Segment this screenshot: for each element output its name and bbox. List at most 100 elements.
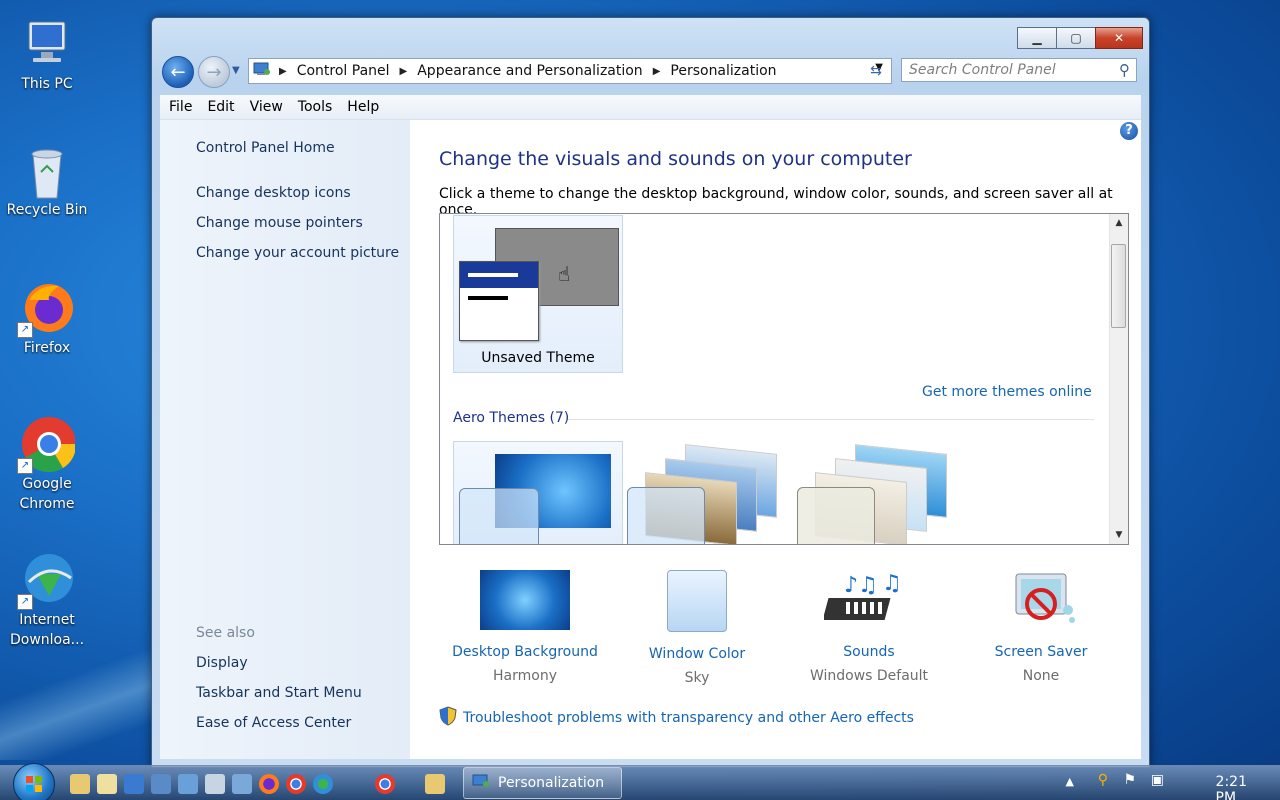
forward-button[interactable]: → [198,56,230,88]
address-bar[interactable]: ▶ Control Panel ▶ Appearance and Persona… [248,58,892,84]
link-change-account-picture[interactable]: Change your account picture [196,245,399,261]
window-color-setting[interactable]: Window Color Sky [622,570,772,686]
control-panel-icon[interactable] [232,774,252,794]
shortcut-arrow-icon: ↗ [17,322,33,338]
control-panel-icon [472,773,490,793]
theme-tile-windows-7[interactable] [453,441,623,544]
shortcut-arrow-icon: ↗ [17,458,33,474]
help-icon[interactable]: ? [1120,122,1138,140]
recycle-bin-icon[interactable] [205,774,225,794]
chrome-icon: ↗ [17,416,77,474]
screen-saver-setting[interactable]: Screen Saver None [966,570,1116,684]
search-icon[interactable]: ⚲ [1119,61,1130,79]
chrome-icon[interactable] [286,774,306,794]
window-color-link[interactable]: Window Color [622,646,772,662]
scrollbar-thumb[interactable] [1111,244,1126,328]
breadcrumb-separator-icon[interactable]: ▶ [279,66,287,77]
show-hidden-icons-icon[interactable]: ▲ [1066,775,1074,788]
theme-tile-characters[interactable] [795,444,955,544]
shield-icon [439,706,457,730]
taskbar-task-personalization[interactable]: Personalization [463,767,622,799]
display-icon[interactable] [178,774,198,794]
refresh-button[interactable]: ⇆ [864,60,888,82]
desktop-background-link[interactable]: Desktop Background [450,644,600,660]
theme-preview-window [797,487,875,544]
link-ease-of-access[interactable]: Ease of Access Center [196,715,351,731]
breadcrumb-separator-icon[interactable]: ▶ [653,66,661,77]
search-input[interactable]: Search Control Panel ⚲ [901,58,1137,82]
forward-arrow-icon: → [206,61,222,83]
breadcrumb-appearance[interactable]: Appearance and Personalization [417,63,642,79]
network-tray-icon[interactable]: ▣ [1151,772,1164,788]
get-more-themes-link[interactable]: Get more themes online [922,384,1092,400]
desktop-icon-recycle-bin[interactable]: Recycle Bin [6,142,88,220]
menu-edit[interactable]: Edit [198,99,240,115]
navigation-bar: ← → ▼ ▶ Control Panel ▶ Appearance and P… [162,56,1140,88]
link-taskbar-start-menu[interactable]: Taskbar and Start Menu [196,685,362,701]
breadcrumb-control-panel[interactable]: Control Panel [297,63,390,79]
sounds-setting[interactable]: ♪♫ ♫ Sounds Windows Default [794,570,944,684]
back-button[interactable]: ← [162,56,194,88]
theme-tile-architecture[interactable] [625,444,780,544]
personalization-window: ▁ ▢ ✕ ← → ▼ ▶ Control Panel ▶ Appearance… [151,17,1150,768]
desktop-icon-this-pc[interactable]: This PC [6,16,88,94]
svg-text:♪♫: ♪♫ [844,573,878,598]
window-content: Control Panel Home Change desktop icons … [160,120,1141,759]
section-divider [568,419,1094,420]
sounds-value: Windows Default [809,668,929,684]
clock[interactable]: 2:21 PM [1216,774,1247,800]
download-manager-icon[interactable] [313,774,333,794]
caption-buttons: ▁ ▢ ✕ [1017,27,1143,49]
theme-preview-window [459,488,539,544]
refresh-icon: ⇆ [870,63,882,79]
task-label: Personalization [498,775,605,791]
menu-file[interactable]: File [160,99,198,115]
computer-icon[interactable] [124,774,144,794]
start-button[interactable] [13,763,55,800]
close-button[interactable]: ✕ [1095,27,1143,49]
menu-view[interactable]: View [241,99,289,115]
folder-icon[interactable] [425,774,445,794]
desktop-background-setting[interactable]: Desktop Background Harmony [450,570,600,684]
search-placeholder: Search Control Panel [909,62,1056,78]
document-icon[interactable] [97,774,117,794]
explorer-icon[interactable] [70,774,90,794]
desktop-icon-firefox[interactable]: ↗ Firefox [6,280,88,358]
back-arrow-icon: ← [170,61,186,83]
recent-pages-dropdown[interactable]: ▼ [232,65,240,76]
chrome-pinned-icon[interactable] [375,774,395,794]
screen-saver-link[interactable]: Screen Saver [966,644,1116,660]
troubleshoot-row: Troubleshoot problems with transparency … [439,706,914,730]
sounds-icon: ♪♫ ♫ [822,570,914,630]
maximize-button[interactable]: ▢ [1056,27,1096,49]
link-control-panel-home[interactable]: Control Panel Home [196,140,335,156]
breadcrumb-separator-icon[interactable]: ▶ [400,66,408,77]
desktop-icon-google-chrome[interactable]: ↗ Google Chrome [6,416,88,514]
action-center-flag-icon[interactable]: ⚑ [1123,772,1136,788]
network-icon[interactable] [151,774,171,794]
menu-tools[interactable]: Tools [289,99,339,115]
taskbar: Personalization ▲ ⚲ ⚑ ▣ 2:21 PM [0,763,1280,800]
link-display[interactable]: Display [196,655,248,671]
theme-list: ☝ Unsaved Theme Get more themes online A… [439,213,1129,545]
link-change-desktop-icons[interactable]: Change desktop icons [196,185,351,201]
scroll-down-icon[interactable]: ▼ [1110,530,1128,540]
theme-tile-unsaved[interactable]: ☝ Unsaved Theme [453,215,623,373]
recycle-bin-icon [19,142,75,199]
firefox-icon: ↗ [17,280,75,338]
hand-cursor-icon: ☝ [558,262,571,286]
scroll-up-icon[interactable]: ▲ [1110,218,1128,228]
minimize-button[interactable]: ▁ [1017,27,1057,49]
theme-list-scrollbar[interactable]: ▲ ▼ [1109,214,1128,544]
breadcrumb-personalization[interactable]: Personalization [670,63,776,79]
theme-preview-window [459,261,539,341]
sounds-link[interactable]: Sounds [794,644,944,660]
link-change-mouse-pointers[interactable]: Change mouse pointers [196,215,363,231]
menu-help[interactable]: Help [338,99,385,115]
magnifier-icon[interactable]: ⚲ [1098,772,1108,788]
desktop-icon-label: Internet Downloa... [9,612,85,648]
troubleshoot-link[interactable]: Troubleshoot problems with transparency … [463,710,914,726]
desktop-icon-internet-download-manager[interactable]: ↗ Internet Downloa... [6,552,88,650]
desktop-background-value: Harmony [493,668,557,684]
firefox-icon[interactable] [259,774,279,794]
